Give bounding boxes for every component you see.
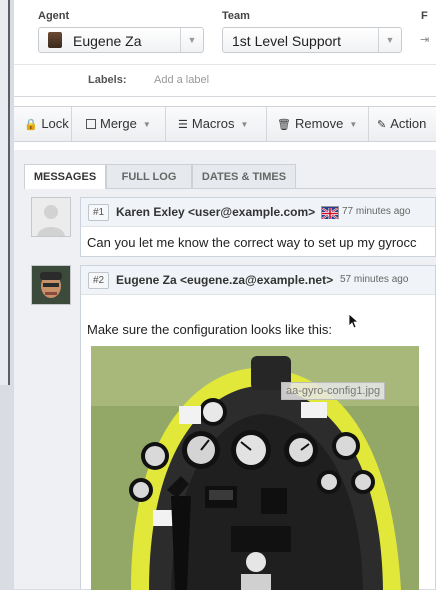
message-2: #2 Eugene Za <eugene.za@example.net> 57 … [80,265,436,590]
lock-button-label: Lock [41,116,69,131]
trash-icon: 🗑 [277,119,291,131]
edit-icon: ✎ [377,119,387,131]
agent-select-value: Eugene Za [73,33,142,49]
message-header: #1 Karen Exley <user@example.com> 77 min… [81,198,435,227]
chevron-down-icon: ▼ [180,28,203,52]
message-number: #2 [88,272,110,289]
agent-label: Agent [38,10,70,22]
left-window-edge [0,0,10,385]
add-label-link[interactable]: Add a label [154,74,209,86]
labels-row: Labels: Add a label [14,64,436,97]
chevron-down-icon: ▼ [240,119,249,129]
lock-button[interactable]: 🔒 Lock [14,107,72,141]
merge-icon [86,119,96,129]
team-select-value: 1st Level Support [232,33,341,49]
arrow-icon: ⇥ [420,34,430,46]
tab-full-log[interactable]: FULL LOG [106,164,192,188]
remove-button-label: Remove [294,116,344,131]
message-body: Make sure the configuration looks like t… [87,322,332,337]
message-from[interactable]: Karen Exley <user@example.com> [116,205,315,219]
message-number: #1 [88,204,110,221]
avatar [31,265,71,305]
attachment-caption: aa-gyro-config1.jpg [281,382,386,400]
team-select[interactable]: 1st Level Support ▼ [222,27,402,53]
merge-button[interactable]: Merge ▼ [72,107,166,141]
message-from[interactable]: Eugene Za <eugene.za@example.net> [116,273,333,287]
messages-area: MESSAGES FULL LOG DATES & TIMES #1 Karen… [14,150,436,590]
agent-select[interactable]: Eugene Za ▼ [38,27,204,53]
avatar [31,197,71,237]
chevron-down-icon: ▼ [142,119,151,129]
user-placeholder-icon [32,198,70,236]
message-1: #1 Karen Exley <user@example.com> 77 min… [80,197,436,257]
actions-button[interactable]: ✎ Action [369,107,436,141]
team-label: Team [222,10,250,22]
agent-photo [32,266,70,304]
mouse-cursor-icon [348,313,360,329]
message-tabs: MESSAGES FULL LOG DATES & TIMES [24,164,436,189]
actions-button-label: Action [390,116,427,131]
attachment-image[interactable]: aa-gyro-config1.jpg [91,346,419,590]
ticket-panel: Agent Eugene Za ▼ Team 1st Level Support… [14,0,436,590]
lock-icon: 🔒 [24,119,38,131]
tab-dates-times[interactable]: DATES & TIMES [192,164,296,188]
uk-flag-icon [321,206,339,220]
remove-button[interactable]: 🗑 Remove ▼ [267,107,369,141]
chevron-down-icon: ▼ [378,28,401,52]
message-header: #2 Eugene Za <eugene.za@example.net> 57 … [81,266,435,295]
merge-button-label: Merge [100,116,137,131]
message-time: 77 minutes ago [342,206,411,217]
macros-button-label: Macros [191,116,235,131]
labels-label: Labels: [88,74,127,86]
ticket-toolbar: 🔒 Lock Merge ▼ ☰ Macros ▼ 🗑 Remove ▼ ✎ Action [14,106,436,142]
message-time: 57 minutes ago [340,274,409,285]
agent-avatar [48,32,62,48]
message-body: Can you let me know the correct way to s… [87,235,417,250]
macros-button[interactable]: ☰ Macros ▼ [166,107,267,141]
macros-icon: ☰ [178,119,188,131]
third-field-label: F [421,10,428,22]
chevron-down-icon: ▼ [349,119,358,129]
ticket-properties: Agent Eugene Za ▼ Team 1st Level Support… [14,0,436,97]
tab-messages[interactable]: MESSAGES [24,164,106,189]
